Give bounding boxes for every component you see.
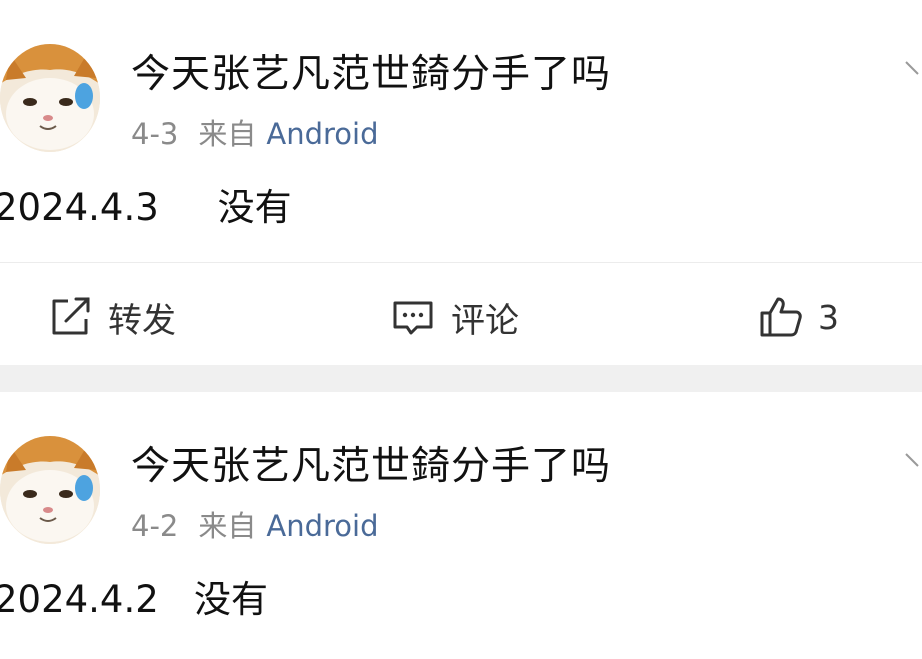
weibo-feed: 今天张艺凡范世錡分手了吗 4-3 来自 Android 2024.4.3 没有 转发 xyxy=(0,0,922,659)
post-content: 2024.4.2 没有 xyxy=(0,578,269,621)
post-card: 今天张艺凡范世錡分手了吗 4-2 来自 Android 2024.4.2 没有 xyxy=(0,392,922,659)
repost-icon xyxy=(52,297,90,335)
cat-avatar-icon xyxy=(0,436,100,544)
thumbs-up-icon xyxy=(760,297,802,337)
post-separator xyxy=(0,365,922,392)
comment-button[interactable]: 评论 xyxy=(391,292,519,342)
comment-label: 评论 xyxy=(451,300,519,341)
chevron-down-icon[interactable] xyxy=(904,58,922,88)
repost-label: 转发 xyxy=(108,300,176,341)
source-label: 来自 xyxy=(198,117,257,151)
avatar[interactable] xyxy=(0,436,100,544)
source-label: 来自 xyxy=(198,509,257,543)
post-card: 今天张艺凡范世錡分手了吗 4-3 来自 Android 2024.4.3 没有 转发 xyxy=(0,0,922,365)
post-meta: 4-3 来自 Android xyxy=(131,116,379,152)
divider xyxy=(0,262,922,263)
chevron-down-icon[interactable] xyxy=(904,450,922,480)
post-meta: 4-2 来自 Android xyxy=(131,508,379,544)
like-count: 3 xyxy=(818,297,839,337)
device-name: Android xyxy=(266,509,379,543)
post-date: 4-3 xyxy=(131,117,179,151)
avatar[interactable] xyxy=(0,44,100,152)
comment-icon xyxy=(393,301,433,335)
repost-button[interactable]: 转发 xyxy=(48,292,176,342)
author-name[interactable]: 今天张艺凡范世錡分手了吗 xyxy=(131,52,611,98)
author-name[interactable]: 今天张艺凡范世錡分手了吗 xyxy=(131,444,611,490)
post-date: 4-2 xyxy=(131,509,179,543)
like-button[interactable]: 3 xyxy=(758,292,839,342)
device-name: Android xyxy=(266,117,379,151)
post-content: 2024.4.3 没有 xyxy=(0,186,292,229)
cat-avatar-icon xyxy=(0,44,100,152)
